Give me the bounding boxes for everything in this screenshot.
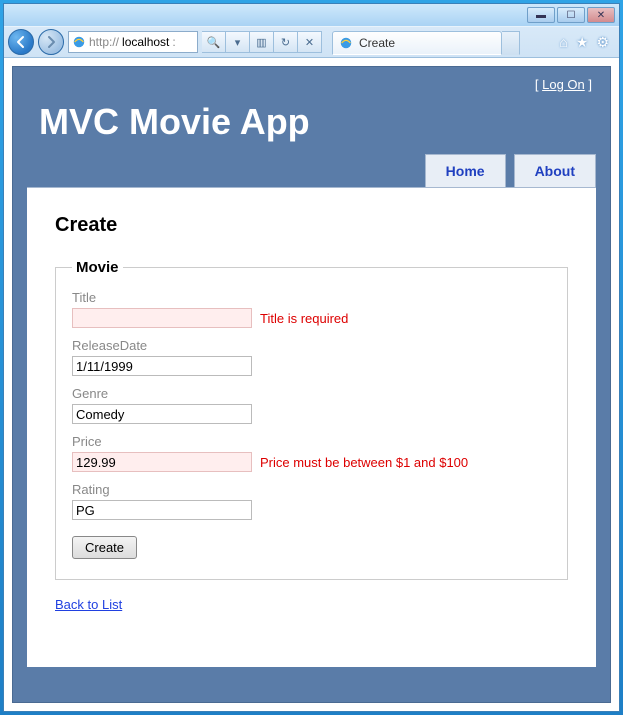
browser-viewport: [ Log On ] MVC Movie App Home About Crea… xyxy=(4,58,619,711)
input-releasedate[interactable] xyxy=(72,356,252,376)
url-prefix: http:// xyxy=(89,35,119,49)
app-nav: Home About xyxy=(425,154,596,188)
browser-window: ▬ ☐ ✕ http://localhost: 🔍 ▾ ▥ ↻ ✕ Create xyxy=(3,3,620,712)
field-title: Title Title is required xyxy=(72,290,551,328)
new-tab-button[interactable] xyxy=(502,31,520,55)
login-section: [ Log On ] xyxy=(535,77,592,92)
input-genre[interactable] xyxy=(72,404,252,424)
window-close-button[interactable]: ✕ xyxy=(587,7,615,23)
compat-view-button[interactable]: ▥ xyxy=(250,31,274,53)
nav-back-button[interactable] xyxy=(8,29,34,55)
close-icon: ✕ xyxy=(597,10,605,21)
back-to-list-link[interactable]: Back to List xyxy=(55,597,122,612)
field-genre: Genre xyxy=(72,386,551,424)
create-button[interactable]: Create xyxy=(72,536,137,559)
main-content: Create Movie Title Title is required Rel… xyxy=(27,187,596,667)
refresh-icon: ↻ xyxy=(281,36,290,49)
minimize-icon: ▬ xyxy=(536,10,546,21)
nav-forward-button[interactable] xyxy=(38,29,64,55)
ie-icon xyxy=(339,36,353,50)
nav-home[interactable]: Home xyxy=(425,154,506,188)
input-price[interactable] xyxy=(72,452,252,472)
label-rating: Rating xyxy=(72,482,551,497)
tab-active[interactable]: Create xyxy=(332,31,502,55)
arrow-right-icon xyxy=(44,35,58,49)
input-title[interactable] xyxy=(72,308,252,328)
stop-button[interactable]: ✕ xyxy=(298,31,322,53)
logon-link[interactable]: Log On xyxy=(542,77,585,92)
label-price: Price xyxy=(72,434,551,449)
ie-icon xyxy=(72,35,86,49)
browser-right-icons: ⌂ ★ ⚙ xyxy=(553,34,615,51)
window-maximize-button[interactable]: ☐ xyxy=(557,7,585,23)
window-minimize-button[interactable]: ▬ xyxy=(527,7,555,23)
tools-icon[interactable]: ⚙ xyxy=(596,34,609,51)
field-releasedate: ReleaseDate xyxy=(72,338,551,376)
favorites-icon[interactable]: ★ xyxy=(576,34,589,51)
url-suffix: : xyxy=(172,35,175,49)
chevron-down-icon: ▾ xyxy=(235,36,241,49)
label-genre: Genre xyxy=(72,386,551,401)
tab-title: Create xyxy=(359,36,395,50)
arrow-left-icon xyxy=(14,35,28,49)
submit-row: Create xyxy=(72,536,551,559)
url-host: localhost xyxy=(122,35,169,49)
tab-strip: Create xyxy=(332,29,549,55)
error-title: Title is required xyxy=(260,311,348,326)
refresh-button[interactable]: ↻ xyxy=(274,31,298,53)
nav-about[interactable]: About xyxy=(514,154,596,188)
browser-toolbar: http://localhost: 🔍 ▾ ▥ ↻ ✕ Create ⌂ ★ ⚙ xyxy=(4,26,619,58)
address-dropdown-button[interactable]: ▾ xyxy=(226,31,250,53)
maximize-icon: ☐ xyxy=(567,10,576,21)
app-header: [ Log On ] MVC Movie App Home About xyxy=(13,67,610,187)
address-bar[interactable]: http://localhost: xyxy=(68,31,198,53)
site-title: MVC Movie App xyxy=(39,77,590,143)
search-icon: 🔍 xyxy=(207,36,221,49)
input-rating[interactable] xyxy=(72,500,252,520)
page-heading: Create xyxy=(55,214,568,237)
label-title: Title xyxy=(72,290,551,305)
window-titlebar: ▬ ☐ ✕ xyxy=(4,4,619,26)
home-icon[interactable]: ⌂ xyxy=(559,34,567,51)
movie-fieldset: Movie Title Title is required ReleaseDat… xyxy=(55,259,568,580)
fieldset-legend: Movie xyxy=(72,259,123,276)
error-price: Price must be between $1 and $100 xyxy=(260,455,468,470)
page-break-icon: ▥ xyxy=(256,36,266,49)
stop-x-icon: ✕ xyxy=(305,36,314,49)
field-rating: Rating xyxy=(72,482,551,520)
address-bar-tools: 🔍 ▾ ▥ ↻ ✕ xyxy=(202,31,322,53)
search-dropdown-button[interactable]: 🔍 xyxy=(202,31,226,53)
label-releasedate: ReleaseDate xyxy=(72,338,551,353)
app-page: [ Log On ] MVC Movie App Home About Crea… xyxy=(12,66,611,703)
bracket-right: ] xyxy=(585,77,592,92)
field-price: Price Price must be between $1 and $100 xyxy=(72,434,551,472)
